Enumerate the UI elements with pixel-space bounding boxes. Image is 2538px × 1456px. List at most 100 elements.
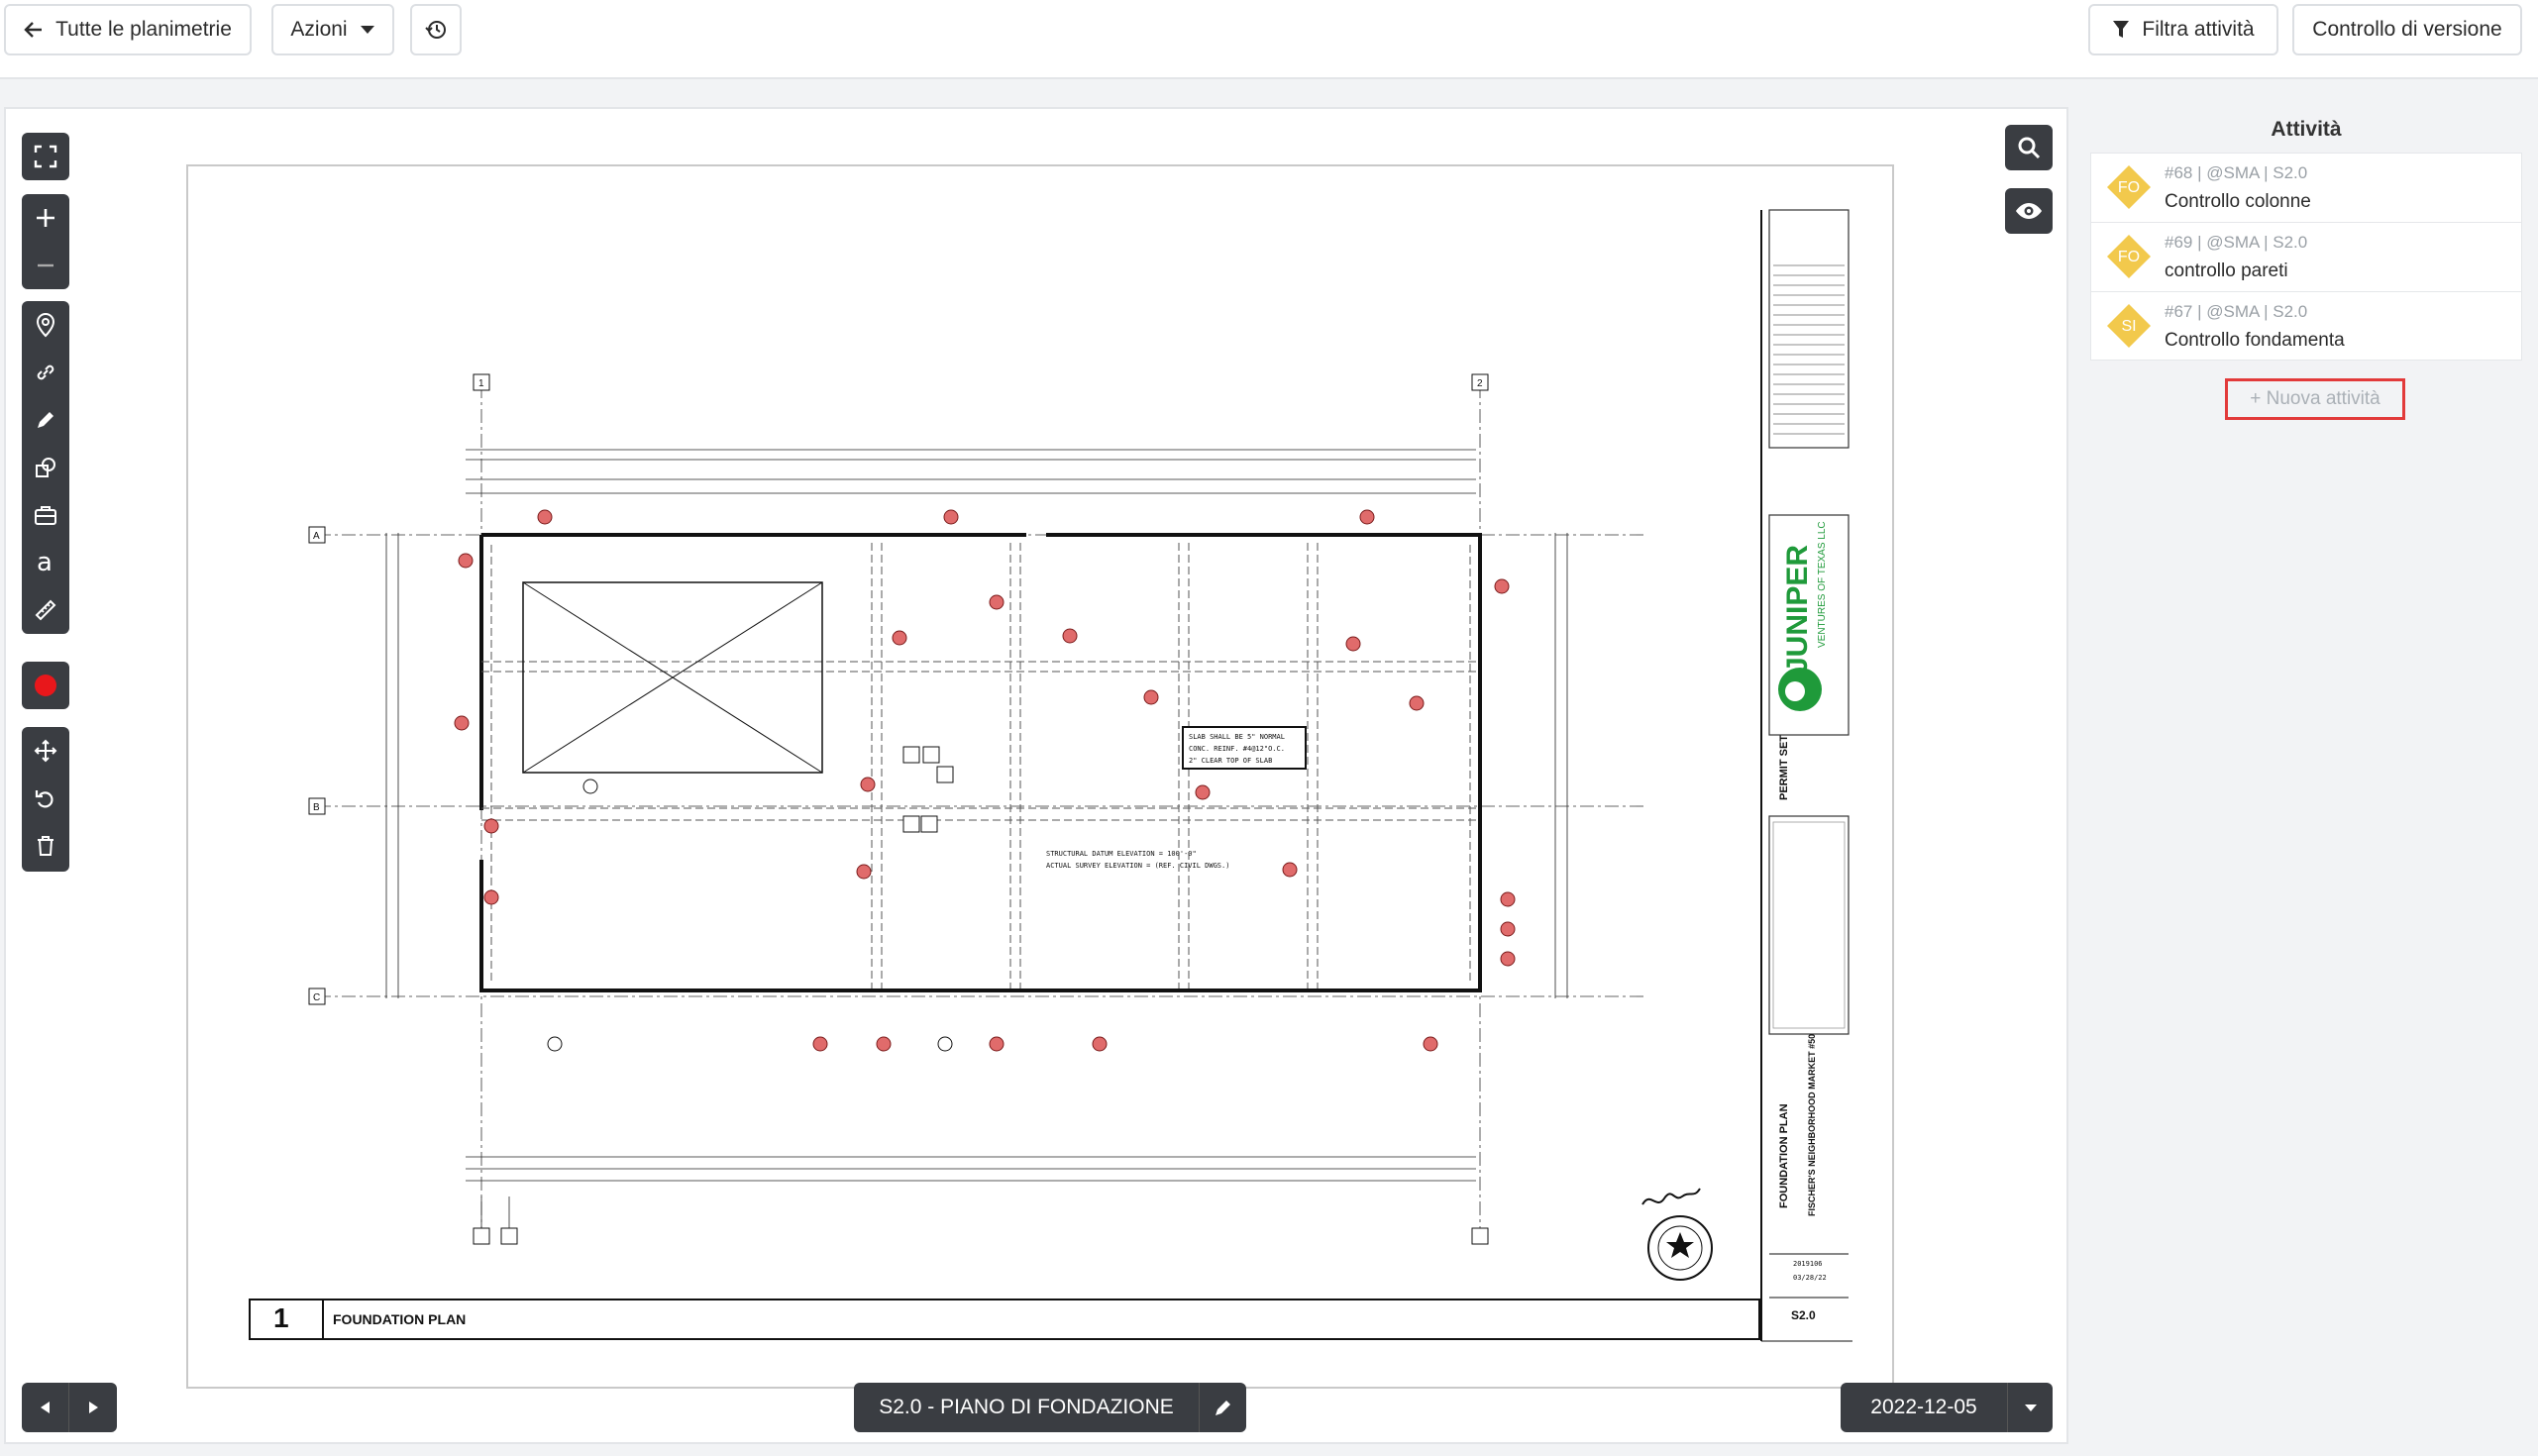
shapes-icon <box>36 458 55 477</box>
move-icon <box>34 739 57 763</box>
pin-tool[interactable] <box>22 301 69 349</box>
activity-item[interactable]: FO #69 | @SMA | S2.0 controllo pareti <box>2090 222 2522 291</box>
engineer-signature <box>1641 1188 1701 1205</box>
toolbox-tool[interactable] <box>22 491 69 539</box>
link-icon <box>37 364 54 380</box>
survey-note: ACTUAL SURVEY ELEVATION = (REF. CIVIL DW… <box>1046 862 1229 870</box>
map-pin-icon <box>36 313 55 338</box>
shapes-tool[interactable] <box>22 444 69 491</box>
svg-text:2" CLEAR TOP OF SLAB: 2" CLEAR TOP OF SLAB <box>1189 757 1272 765</box>
measure-tool[interactable] <box>22 586 69 634</box>
drawing-date: 03/28/22 <box>1793 1274 1827 1282</box>
version-selector[interactable]: 2022-12-05 <box>1841 1383 2053 1432</box>
fullscreen-group <box>22 133 69 180</box>
color-group <box>22 662 69 709</box>
sheet-selector[interactable]: S2.0 - PIANO DI FONDAZIONE <box>854 1383 1246 1432</box>
zoom-in-button[interactable] <box>22 194 69 242</box>
red-color-dot-icon <box>35 675 56 696</box>
link-tool[interactable] <box>22 349 69 396</box>
permit-set-label: PERMIT SET <box>1778 735 1790 800</box>
color-picker-button[interactable] <box>22 662 69 709</box>
svg-text:SI: SI <box>2121 318 2136 335</box>
text-tool[interactable]: a <box>22 539 69 586</box>
svg-text:a: a <box>37 551 53 574</box>
svg-text:FO: FO <box>2118 179 2140 196</box>
pencil-tool[interactable] <box>22 396 69 444</box>
brand-subtitle: VENTURES OF TEXAS LLC <box>1817 521 1828 648</box>
sheet-title: FOUNDATION PLAN <box>333 1311 466 1327</box>
filter-icon <box>2113 21 2130 38</box>
back-button-label: Tutte le planimetrie <box>55 18 232 41</box>
activity-panel: Attività FO #68 | @SMA | S2.0 Controllo … <box>2088 107 2524 420</box>
back-to-plans-button[interactable]: Tutte le planimetrie <box>4 4 252 55</box>
grid-row-b: B <box>313 802 320 813</box>
filter-label: Filtra attività <box>2142 18 2255 41</box>
history-button[interactable] <box>410 4 462 55</box>
ruler-icon <box>35 599 56 621</box>
move-tool[interactable] <box>22 727 69 775</box>
caret-down-icon <box>360 26 374 34</box>
top-toolbar: Tutte le planimetrie Azioni Filtra attiv… <box>0 0 2538 79</box>
sheet-code: S2.0 <box>1791 1308 1816 1322</box>
activity-badge-diamond-icon: FO <box>2107 235 2151 278</box>
delete-button[interactable] <box>22 822 69 870</box>
triangle-left-icon <box>40 1402 50 1413</box>
svg-text:FO: FO <box>2118 249 2140 265</box>
undo-icon <box>35 790 53 808</box>
version-label: Controllo di versione <box>2312 18 2502 41</box>
activity-title: Controllo fondamenta <box>2165 330 2345 351</box>
activity-title: controllo pareti <box>2165 260 2288 281</box>
grid-col-2: 2 <box>1477 378 1483 389</box>
pencil-icon <box>1215 1401 1230 1415</box>
search-icon <box>2018 137 2041 159</box>
version-date: 2022-12-05 <box>1870 1396 1977 1418</box>
svg-text:CONC. REINF. #4@12"O.C.: CONC. REINF. #4@12"O.C. <box>1189 745 1285 753</box>
activity-item[interactable]: FO #68 | @SMA | S2.0 Controllo colonne <box>2090 153 2522 222</box>
activity-item[interactable]: SI #67 | @SMA | S2.0 Controllo fondament… <box>2090 291 2522 361</box>
activity-meta: #67 | @SMA | S2.0 <box>2165 302 2308 321</box>
text-a-icon: a <box>37 551 53 574</box>
edit-sheet-button[interactable] <box>1199 1383 1246 1432</box>
page-nav-group <box>22 1383 117 1432</box>
sheet-selector-label: S2.0 - PIANO DI FONDAZIONE <box>879 1396 1174 1418</box>
triangle-right-icon <box>89 1402 98 1413</box>
drawing-sheet[interactable]: 1 FOUNDATION PLAN PERMIT SET JUNIPER VEN… <box>186 164 1894 1389</box>
actions-dropdown[interactable]: Azioni <box>271 4 394 55</box>
plan-label: FOUNDATION PLAN <box>1778 1103 1790 1208</box>
actions-label: Azioni <box>290 18 348 41</box>
activity-badge-diamond-icon: FO <box>2107 165 2151 209</box>
grid-col-1: 1 <box>478 378 484 389</box>
filter-activities-button[interactable]: Filtra attività <box>2088 4 2278 55</box>
pier-markers <box>454 509 1516 1052</box>
next-page-button[interactable] <box>69 1383 117 1432</box>
datum-note: STRUCTURAL DATUM ELEVATION = 100'-0" <box>1046 850 1197 858</box>
caret-down-icon <box>2024 1404 2037 1411</box>
activity-title: Controllo colonne <box>2165 191 2311 212</box>
zoom-out-button[interactable] <box>22 242 69 289</box>
pencil-icon <box>38 412 53 428</box>
activity-meta: #69 | @SMA | S2.0 <box>2165 233 2308 252</box>
plan-viewer[interactable]: a 1 FOUNDATION PLAN PERMIT SET JUNIPER V… <box>4 107 2068 1444</box>
activity-list: FO #68 | @SMA | S2.0 Controllo colonne F… <box>2090 153 2522 361</box>
undo-button[interactable] <box>22 775 69 822</box>
edit-tools-group <box>22 727 69 872</box>
foundation-plan-drawing: 1 FOUNDATION PLAN PERMIT SET JUNIPER VEN… <box>249 209 1852 1342</box>
activity-meta: #68 | @SMA | S2.0 <box>2165 163 2308 182</box>
project-name: FISCHER'S NEIGHBORHOOD MARKET #50 <box>1807 1034 1817 1216</box>
version-dropdown-button[interactable] <box>2007 1383 2053 1432</box>
svg-text:SLAB SHALL BE 5" NORMAL: SLAB SHALL BE 5" NORMAL <box>1189 733 1285 741</box>
zoom-group <box>22 194 69 289</box>
visibility-button[interactable] <box>2005 188 2053 234</box>
new-activity-button[interactable]: + Nuova attività <box>2225 378 2405 420</box>
activity-badge-diamond-icon: SI <box>2107 304 2151 348</box>
grid-row-a: A <box>313 531 320 542</box>
activity-panel-title: Attività <box>2271 118 2342 141</box>
version-control-button[interactable]: Controllo di versione <box>2292 4 2522 55</box>
prev-page-button[interactable] <box>22 1383 69 1432</box>
fullscreen-button[interactable] <box>22 133 69 180</box>
markup-tools-group: a <box>22 301 69 634</box>
job-number: 2019106 <box>1793 1260 1823 1268</box>
plus-icon <box>37 209 54 227</box>
history-icon <box>425 21 446 39</box>
search-button[interactable] <box>2005 125 2053 170</box>
